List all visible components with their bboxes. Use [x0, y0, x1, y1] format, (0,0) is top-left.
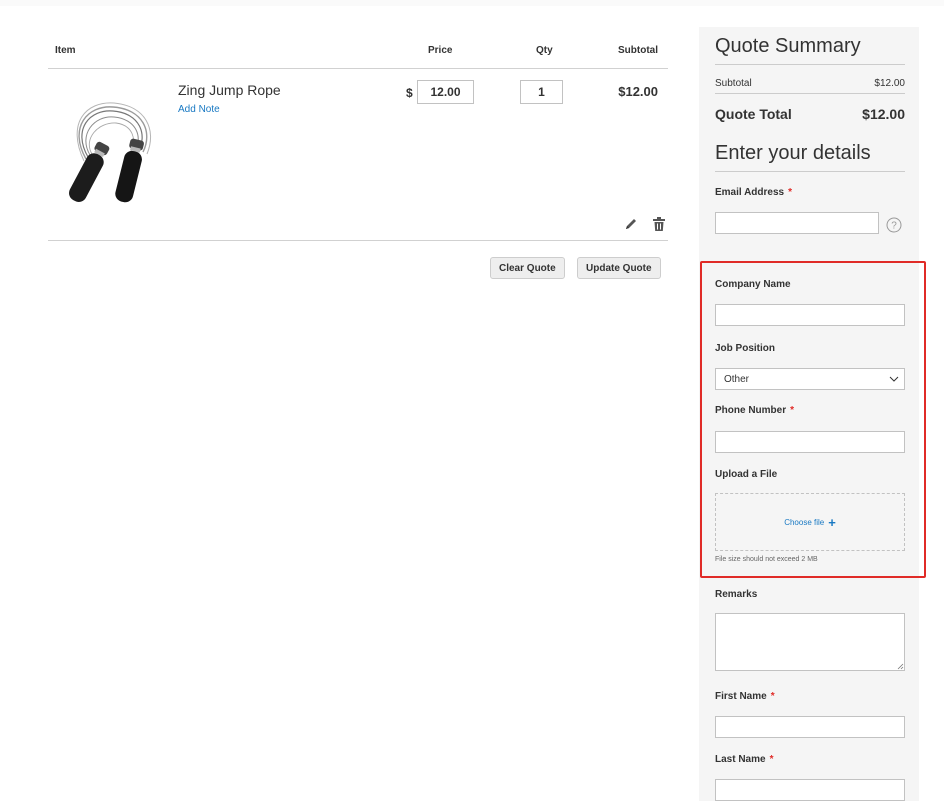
qty-input[interactable]: [520, 80, 563, 104]
company-name-label: Company Name: [715, 279, 791, 290]
company-name-field[interactable]: [715, 304, 905, 326]
clear-quote-button[interactable]: Clear Quote: [490, 257, 565, 279]
email-label: Email Address *: [715, 187, 793, 198]
summary-subtotal-value: $12.00: [874, 78, 905, 89]
cart-actions: Clear Quote Update Quote: [48, 241, 668, 301]
help-question-icon[interactable]: ?: [886, 217, 902, 233]
job-position-select[interactable]: Other: [715, 368, 905, 390]
first-name-label: First Name *: [715, 691, 775, 702]
row-subtotal: $12.00: [618, 84, 658, 99]
required-asterisk: *: [790, 405, 795, 416]
remarks-label: Remarks: [715, 589, 758, 600]
quote-total-value: $12.00: [862, 106, 905, 122]
job-position-value: Other: [724, 374, 750, 385]
required-asterisk: *: [769, 754, 774, 765]
update-quote-button[interactable]: Update Quote: [577, 257, 661, 279]
job-position-label: Job Position: [715, 343, 775, 354]
product-name[interactable]: Zing Jump Rope: [178, 82, 281, 98]
add-note-link[interactable]: Add Note: [178, 104, 220, 115]
table-row: Zing Jump Rope Add Note $ $12.00: [48, 69, 668, 241]
header-subtotal: Subtotal: [618, 45, 658, 56]
email-field[interactable]: [715, 212, 879, 234]
last-name-field[interactable]: [715, 779, 905, 801]
currency-symbol: $: [406, 86, 413, 100]
pencil-icon[interactable]: [624, 217, 638, 231]
table-header: Item Price Qty Subtotal: [48, 27, 668, 69]
choose-file-link[interactable]: Choose file: [784, 518, 824, 527]
last-name-label: Last Name *: [715, 754, 774, 765]
plus-icon: +: [828, 514, 836, 530]
file-size-note: File size should not exceed 2 MB: [715, 556, 818, 563]
resize-grip-icon[interactable]: [897, 663, 904, 670]
header-price: Price: [428, 45, 453, 56]
chevron-down-icon: [889, 376, 899, 382]
quote-total-row: Quote Total $12.00: [715, 94, 905, 122]
header-item: Item: [55, 45, 76, 56]
required-asterisk: *: [770, 691, 775, 702]
svg-text:?: ?: [891, 221, 897, 232]
phone-number-field[interactable]: [715, 431, 905, 453]
upload-file-label: Upload a File: [715, 469, 778, 480]
price-input[interactable]: [417, 80, 474, 104]
jump-rope-product-image[interactable]: [58, 97, 158, 207]
enter-details-title: Enter your details: [715, 142, 905, 172]
required-asterisk: *: [788, 187, 793, 198]
file-dropzone[interactable]: Choose file +: [715, 493, 905, 551]
summary-subtotal-row: Subtotal $12.00: [715, 65, 905, 94]
trash-icon[interactable]: [652, 216, 666, 232]
quote-summary-title: Quote Summary: [715, 35, 905, 65]
header-qty: Qty: [536, 45, 553, 56]
quote-sidebar: Quote Summary Subtotal $12.00 Quote Tota…: [699, 27, 919, 801]
remarks-field[interactable]: [715, 613, 905, 671]
summary-subtotal-label: Subtotal: [715, 78, 752, 89]
phone-label: Phone Number *: [715, 405, 795, 416]
quote-total-label: Quote Total: [715, 106, 792, 122]
first-name-field[interactable]: [715, 716, 905, 738]
quote-items-table: Item Price Qty Subtotal Zing Jump Rope A…: [48, 27, 668, 301]
top-bar: [0, 0, 944, 6]
